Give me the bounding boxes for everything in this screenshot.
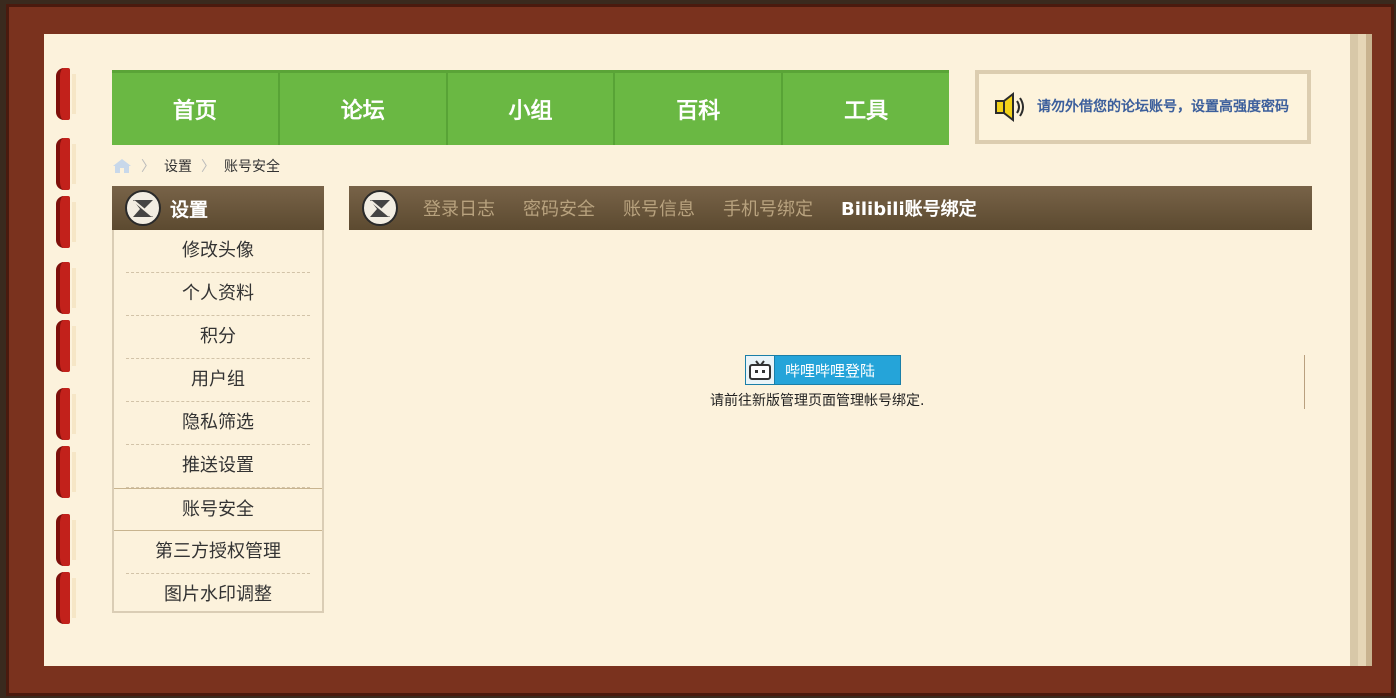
nav-forum[interactable]: 论坛 [280,73,448,145]
binding-ring-icon [54,262,76,314]
tab-account-info[interactable]: 账号信息 [623,195,695,221]
breadcrumb-separator: 〉 [141,159,155,175]
tab-password-security[interactable]: 密码安全 [523,195,595,221]
binding-ring-icon [54,138,76,190]
binding-ring-icon [54,446,76,498]
sidebar-title: 设置 [170,198,209,221]
notice-text: 请勿外借您的论坛账号，设置高强度密码 [1037,99,1289,115]
page-edge [1358,34,1366,666]
breadcrumb: 〉 设置 〉 账号安全 [112,156,280,176]
nav-home[interactable]: 首页 [112,73,280,145]
binding-ring-icon [54,514,76,566]
tab-bilibili-binding[interactable]: Bilibili账号绑定 [841,195,977,221]
sidebar-item-privacy[interactable]: 隐私筛选 [126,402,310,445]
settings-sidebar: 设置 修改头像 个人资料 积分 用户组 隐私筛选 推送设置 账号安全 第三方授权… [112,186,324,613]
breadcrumb-account-security[interactable]: 账号安全 [224,156,280,176]
binding-ring-icon [54,320,76,372]
book-binding [54,60,94,640]
binding-hint: 请前往新版管理页面管理帐号绑定. [710,393,925,409]
sidebar-item-account-security[interactable]: 账号安全 [114,488,322,531]
settings-emblem-icon [125,190,161,226]
sidebar-list: 修改头像 个人资料 积分 用户组 隐私筛选 推送设置 账号安全 第三方授权管理 … [114,230,322,616]
page-edge [1350,34,1358,666]
tab-phone-binding[interactable]: 手机号绑定 [723,195,813,221]
breadcrumb-separator: 〉 [201,159,215,175]
page-edge [1366,34,1372,666]
sidebar-item-usergroup[interactable]: 用户组 [126,359,310,402]
sidebar-item-watermark[interactable]: 图片水印调整 [126,574,310,616]
speaker-icon [995,91,1024,123]
security-notice: 请勿外借您的论坛账号，设置高强度密码 [975,70,1311,144]
nav-tools[interactable]: 工具 [783,73,949,145]
nav-groups[interactable]: 小组 [448,73,616,145]
sidebar-item-push[interactable]: 推送设置 [126,445,310,488]
bilibili-login-button[interactable]: 哔哩哔哩登陆 [745,355,901,385]
breadcrumb-settings[interactable]: 设置 [164,156,192,176]
sidebar-item-credits[interactable]: 积分 [126,316,310,359]
binding-ring-icon [54,68,76,120]
sidebar-header: 设置 [112,186,324,230]
content-divider [1304,355,1305,409]
home-icon[interactable] [112,158,132,174]
bilibili-tv-icon [746,356,775,384]
sidebar-item-avatar[interactable]: 修改头像 [126,230,310,273]
binding-ring-icon [54,572,76,624]
tabs-bar: 登录日志 密码安全 账号信息 手机号绑定 Bilibili账号绑定 [349,186,1312,230]
nav-wiki[interactable]: 百科 [615,73,784,145]
tab-login-log[interactable]: 登录日志 [423,195,495,221]
binding-ring-icon [54,388,76,440]
settings-emblem-icon [362,190,398,226]
bilibili-login-label: 哔哩哔哩登陆 [785,361,876,380]
main-nav: 首页 论坛 小组 百科 工具 [112,70,949,145]
binding-ring-icon [54,196,76,248]
sidebar-item-third-party[interactable]: 第三方授权管理 [126,531,310,574]
sidebar-item-profile[interactable]: 个人资料 [126,273,310,316]
